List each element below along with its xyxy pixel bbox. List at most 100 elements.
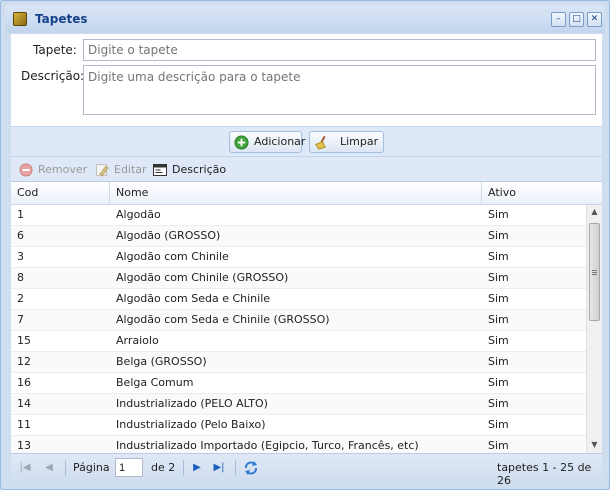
cell-nome: Algodão com Chinile <box>116 250 229 263</box>
carpet-icon <box>13 12 27 26</box>
table-row[interactable]: 1 Algodão Sim <box>11 205 586 226</box>
table-row[interactable]: 12 Belga (GROSSO) Sim <box>11 352 586 373</box>
paging-summary: tapetes 1 - 25 de 26 <box>497 461 592 487</box>
cell-nome: Industrializado (Pelo Baixo) <box>116 418 266 431</box>
window-title: Tapetes <box>35 12 88 26</box>
cell-ativo: Sim <box>488 250 509 263</box>
cell-cod: 14 <box>17 397 31 410</box>
grid-toolbar: Remover Editar Descrição <box>11 156 602 181</box>
remover-button[interactable]: Remover <box>19 162 87 178</box>
broom-icon <box>315 135 326 150</box>
tapete-form: Tapete: Descrição: <box>11 34 602 126</box>
grip-line <box>592 272 597 273</box>
cell-nome: Algodão (GROSSO) <box>116 229 221 242</box>
cell-nome: Arraiolo <box>116 334 159 347</box>
close-button[interactable]: ✕ <box>587 12 602 27</box>
cell-ativo: Sim <box>488 208 509 221</box>
prev-page-icon[interactable]: ◀ <box>41 460 57 476</box>
cell-cod: 6 <box>17 229 24 242</box>
descricao-toolbar-label: Descrição <box>172 163 227 176</box>
cell-ativo: Sim <box>488 355 509 368</box>
cell-cod: 2 <box>17 292 24 305</box>
cell-cod: 13 <box>17 439 31 452</box>
cell-ativo: Sim <box>488 418 509 431</box>
edit-icon <box>96 164 109 177</box>
cell-cod: 12 <box>17 355 31 368</box>
add-icon <box>234 135 249 150</box>
column-header-nome[interactable]: Nome <box>110 182 482 205</box>
table-row[interactable]: 7 Algodão com Seda e Chinile (GROSSO) Sim <box>11 310 586 331</box>
cell-nome: Industrializado Importado (Egipcio, Turc… <box>116 439 419 452</box>
limpar-button[interactable]: Limpar <box>309 131 384 153</box>
cell-nome: Algodão com Seda e Chinile (GROSSO) <box>116 313 330 326</box>
table-row[interactable]: 16 Belga Comum Sim <box>11 373 586 394</box>
maximize-button[interactable]: □ <box>569 12 584 27</box>
table-row[interactable]: 15 Arraiolo Sim <box>11 331 586 352</box>
cell-cod: 15 <box>17 334 31 347</box>
tapete-input[interactable] <box>83 39 596 61</box>
adicionar-button[interactable]: Adicionar <box>229 131 306 153</box>
cell-nome: Algodão <box>116 208 161 221</box>
toolbar-separator <box>65 460 66 476</box>
cell-ativo: Sim <box>488 229 509 242</box>
next-page-icon[interactable]: ▶ <box>189 460 205 476</box>
editar-button[interactable]: Editar <box>95 162 147 178</box>
cell-nome: Algodão com Chinile (GROSSO) <box>116 271 289 284</box>
grip-line <box>592 274 597 275</box>
adicionar-label: Adicionar <box>254 135 306 148</box>
descricao-textarea[interactable] <box>83 65 596 115</box>
limpar-label: Limpar <box>340 135 379 148</box>
grid-header: Cod Nome Ativo <box>11 181 602 205</box>
form-button-bar: Adicionar Limpar <box>11 126 602 156</box>
table-row[interactable]: 2 Algodão com Seda e Chinile Sim <box>11 289 586 310</box>
first-page-icon[interactable]: |◀ <box>17 460 33 476</box>
cell-cod: 16 <box>17 376 31 389</box>
window-titlebar[interactable]: Tapetes – □ ✕ <box>5 5 605 33</box>
tapetes-window: Tapetes – □ ✕ Tapete: Descrição: Adicion… <box>0 0 610 490</box>
cell-ativo: Sim <box>488 334 509 347</box>
cell-cod: 7 <box>17 313 24 326</box>
cell-cod: 3 <box>17 250 24 263</box>
last-page-icon[interactable]: ▶| <box>211 460 227 476</box>
grid-body: 1 Algodão Sim 6 Algodão (GROSSO) Sim 3 Algodão … <box>11 205 586 453</box>
scroll-up-arrow-icon[interactable]: ▲ <box>587 205 602 219</box>
column-header-ativo[interactable]: Ativo <box>482 182 602 205</box>
cell-ativo: Sim <box>488 292 509 305</box>
page-total-label: de 2 <box>151 461 176 474</box>
cell-cod: 1 <box>17 208 24 221</box>
remove-icon <box>19 163 33 177</box>
cell-nome: Belga (GROSSO) <box>116 355 207 368</box>
table-row[interactable]: 14 Industrializado (PELO ALTO) Sim <box>11 394 586 415</box>
table-row[interactable]: 8 Algodão com Chinile (GROSSO) Sim <box>11 268 586 289</box>
cell-ativo: Sim <box>488 397 509 410</box>
toolbar-separator <box>183 460 184 476</box>
cell-ativo: Sim <box>488 313 509 326</box>
cell-cod: 8 <box>17 271 24 284</box>
page-label: Página <box>73 461 110 474</box>
table-row[interactable]: 11 Industrializado (Pelo Baixo) Sim <box>11 415 586 436</box>
column-header-cod[interactable]: Cod <box>11 182 110 205</box>
scroll-thumb[interactable] <box>589 223 600 321</box>
cell-ativo: Sim <box>488 439 509 452</box>
descricao-button[interactable]: Descrição <box>153 162 226 178</box>
grid-scrollbar[interactable]: ▲ ▼ <box>586 205 602 453</box>
toolbar-separator <box>235 460 236 476</box>
cell-ativo: Sim <box>488 271 509 284</box>
table-row[interactable]: 6 Algodão (GROSSO) Sim <box>11 226 586 247</box>
paging-toolbar: |◀ ◀ Página de 2 ▶ ▶| tapetes 1 - 25 de … <box>11 453 602 487</box>
page-number-input[interactable] <box>115 458 143 477</box>
cell-nome: Belga Comum <box>116 376 194 389</box>
minimize-button[interactable]: – <box>551 12 566 27</box>
cell-ativo: Sim <box>488 376 509 389</box>
cell-nome: Industrializado (PELO ALTO) <box>116 397 268 410</box>
cell-cod: 11 <box>17 418 31 431</box>
table-row[interactable]: 13 Industrializado Importado (Egipcio, Tu… <box>11 436 586 453</box>
tapete-label: Tapete: <box>33 43 77 57</box>
grip-line <box>592 270 597 271</box>
table-row[interactable]: 3 Algodão com Chinile Sim <box>11 247 586 268</box>
scroll-down-arrow-icon[interactable]: ▼ <box>587 438 602 452</box>
editar-label: Editar <box>114 163 147 176</box>
cell-nome: Algodão com Seda e Chinile <box>116 292 271 305</box>
refresh-icon[interactable] <box>243 460 259 476</box>
remover-label: Remover <box>38 163 88 176</box>
